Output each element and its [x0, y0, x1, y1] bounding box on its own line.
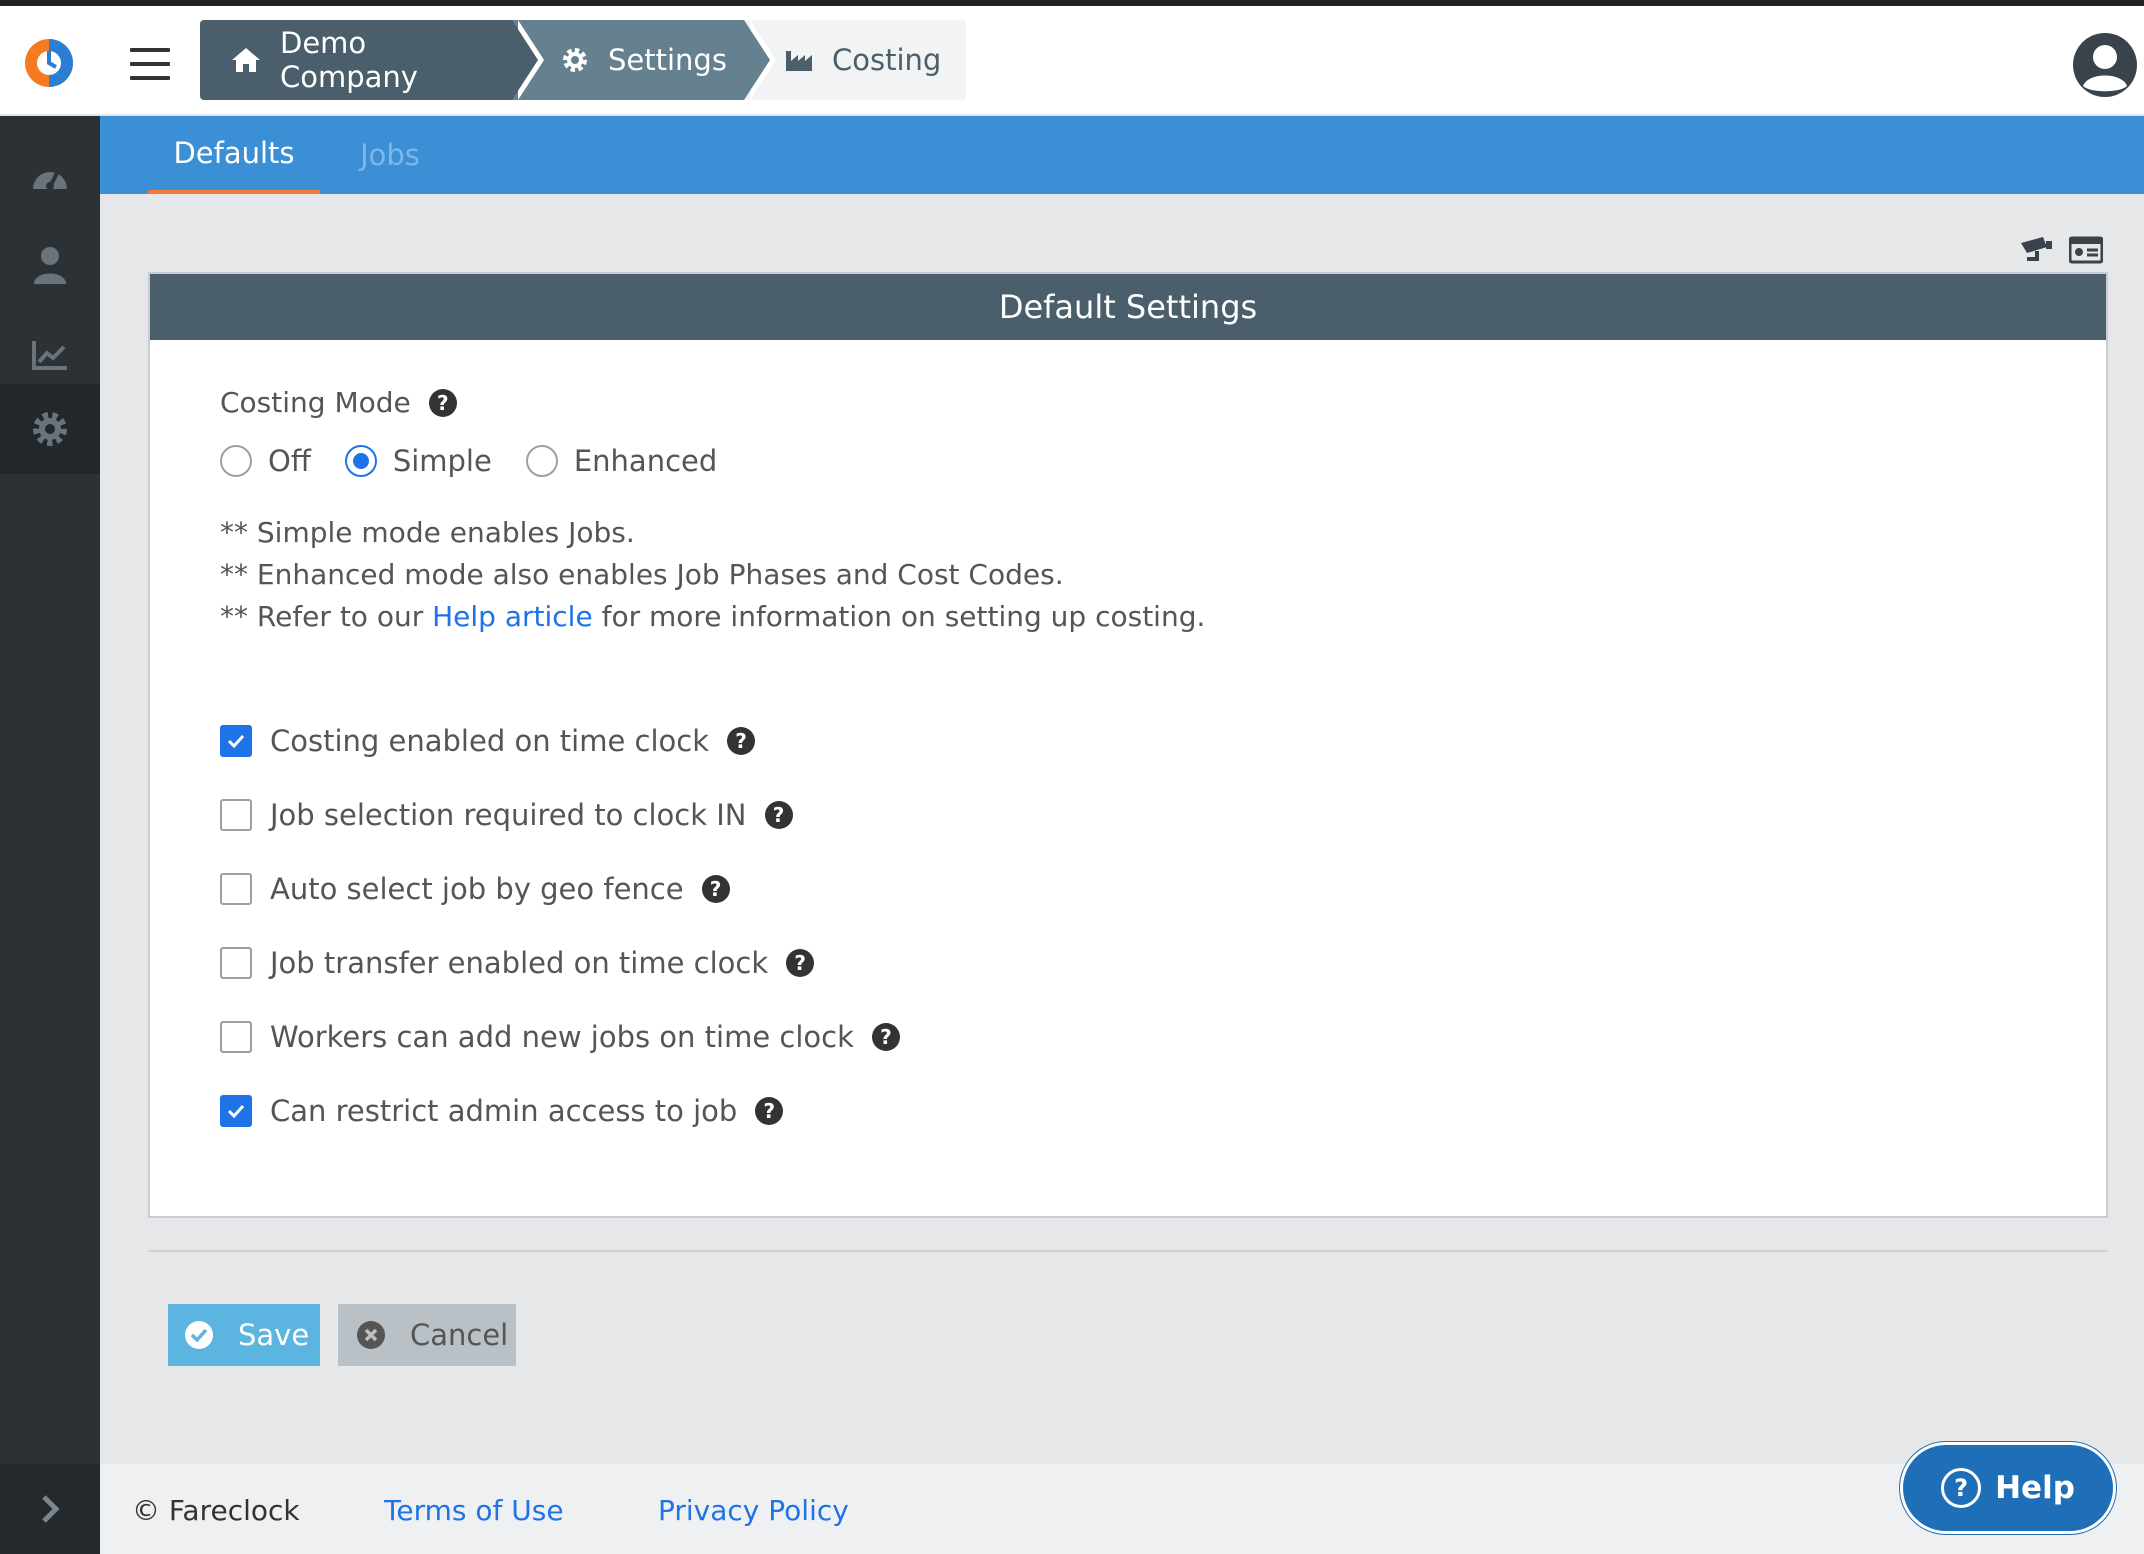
gear-icon [560, 45, 590, 75]
breadcrumb-demo-company[interactable]: Demo Company [200, 20, 544, 100]
help-question-icon[interactable]: ? [764, 801, 793, 829]
form-divider [148, 1250, 2108, 1252]
note-help: ** Refer to our Help article for more in… [220, 596, 1205, 638]
save-button[interactable]: Save [168, 1304, 320, 1366]
radio-enhanced[interactable]: Enhanced [525, 444, 718, 478]
checkbox-label: Auto select job by geo fence [270, 872, 684, 906]
help-question-icon[interactable]: ? [755, 1097, 784, 1125]
help-article-link[interactable]: Help article [432, 600, 593, 633]
dashboard-icon [33, 170, 67, 190]
costing-mode-text: Costing Mode [220, 386, 411, 419]
check-circle-icon [184, 1320, 214, 1350]
tab-defaults[interactable]: Defaults [148, 116, 320, 194]
footer-copyright: © Fareclock [132, 1494, 300, 1527]
tab-jobs[interactable]: Jobs [340, 116, 440, 194]
gear-icon [33, 412, 67, 446]
radio-off-control[interactable] [220, 445, 252, 477]
radio-simple-control[interactable] [344, 445, 377, 477]
checkbox-auto-select-geofence[interactable] [220, 873, 252, 905]
option-job-selection-required: Job selection required to clock IN ? [220, 778, 900, 852]
costing-notes: ** Simple mode enables Jobs. ** Enhanced… [220, 512, 1205, 638]
camera-icon[interactable] [2018, 232, 2054, 268]
cancel-label: Cancel [410, 1318, 509, 1352]
costing-mode-label: Costing Mode ? [220, 386, 457, 419]
help-label: Help [1995, 1470, 2075, 1506]
factory-icon [784, 47, 814, 73]
footer-privacy-link[interactable]: Privacy Policy [658, 1494, 849, 1527]
checkbox-workers-add-jobs[interactable] [220, 1021, 252, 1053]
top-bar: Demo Company Settings Costing [0, 6, 2144, 116]
option-restrict-admin-access: Can restrict admin access to job ? [220, 1074, 900, 1148]
home-icon [230, 46, 262, 74]
toolbar-icons [2018, 232, 2104, 268]
id-card-icon[interactable] [2068, 232, 2104, 268]
cancel-button[interactable]: Cancel [338, 1304, 516, 1366]
radio-simple[interactable]: Simple [344, 444, 492, 478]
checkbox-label: Job transfer enabled on time clock [270, 946, 769, 980]
chevron-right-icon [42, 1495, 60, 1523]
breadcrumb: Demo Company Settings Costing [200, 20, 966, 100]
default-settings-panel: Default Settings Costing Mode ? Off Simp… [148, 272, 2108, 1218]
breadcrumb-label: Demo Company [280, 26, 418, 94]
checkbox-label: Workers can add new jobs on time clock [270, 1020, 854, 1054]
checkbox-label: Costing enabled on time clock [270, 724, 710, 758]
checkbox-label: Job selection required to clock IN [270, 798, 747, 832]
checkbox-job-transfer[interactable] [220, 947, 252, 979]
sidebar-item-settings[interactable] [0, 384, 100, 474]
breadcrumb-label: Settings [608, 43, 727, 77]
option-workers-add-jobs: Workers can add new jobs on time clock ? [220, 1000, 900, 1074]
sidebar-item-workers[interactable] [0, 220, 100, 310]
close-circle-icon [356, 1320, 386, 1350]
user-avatar-icon[interactable] [2070, 30, 2140, 100]
help-question-icon[interactable]: ? [428, 388, 457, 417]
option-auto-select-geofence: Auto select job by geo fence ? [220, 852, 900, 926]
option-job-transfer: Job transfer enabled on time clock ? [220, 926, 900, 1000]
radio-label: Simple [392, 444, 492, 478]
panel-title: Default Settings [150, 274, 2106, 340]
sidebar-expand-button[interactable] [0, 1464, 100, 1554]
checkbox-job-selection-required[interactable] [220, 799, 252, 831]
help-question-icon[interactable]: ? [871, 1023, 900, 1051]
radio-label: Enhanced [573, 444, 718, 478]
breadcrumb-label: Costing [832, 43, 942, 77]
help-question-icon[interactable]: ? [786, 949, 815, 977]
footer-terms-link[interactable]: Terms of Use [384, 1494, 564, 1527]
note-help-prefix: ** Refer to our [220, 600, 433, 633]
checkbox-label: Can restrict admin access to job [270, 1094, 738, 1128]
menu-toggle-icon[interactable] [130, 48, 170, 80]
tab-bar: Defaults Jobs [100, 116, 2144, 194]
option-costing-enabled: Costing enabled on time clock ? [220, 704, 900, 778]
radio-enhanced-control[interactable] [525, 445, 558, 477]
sidebar [0, 116, 100, 1554]
checkbox-costing-enabled[interactable] [220, 725, 252, 757]
checkbox-restrict-admin-access[interactable] [220, 1095, 252, 1127]
note-help-suffix: for more information on setting up costi… [592, 600, 1206, 633]
costing-options: Costing enabled on time clock ? Job sele… [220, 704, 900, 1148]
note-simple: ** Simple mode enables Jobs. [220, 516, 635, 549]
chart-icon [32, 341, 67, 370]
save-label: Save [238, 1318, 310, 1352]
help-question-icon[interactable]: ? [727, 727, 756, 755]
help-circle-icon: ? [1941, 1468, 1982, 1508]
costing-mode-radio-group: Off Simple Enhanced [220, 444, 751, 478]
sidebar-item-dashboard[interactable] [0, 130, 100, 220]
radio-label: Off [268, 444, 311, 478]
footer: © Fareclock Terms of Use Privacy Policy [100, 1464, 2144, 1554]
fareclock-logo[interactable] [22, 36, 76, 90]
radio-off[interactable]: Off [220, 444, 311, 478]
help-question-icon[interactable]: ? [701, 875, 730, 903]
help-button[interactable]: ? Help [1900, 1442, 2116, 1534]
worker-icon [34, 247, 66, 284]
note-enhanced: ** Enhanced mode also enables Job Phases… [220, 558, 1064, 591]
